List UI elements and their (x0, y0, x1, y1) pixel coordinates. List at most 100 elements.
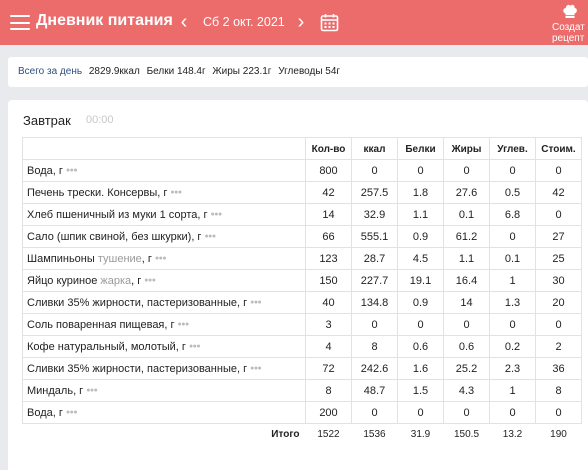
food-name-cell[interactable]: Шампиньоны тушение, г ●●● (22, 247, 306, 270)
cost-cell: 30 (535, 269, 582, 292)
more-options-icon[interactable]: ●●● (144, 277, 156, 284)
meal-time[interactable]: 00:00 (86, 114, 114, 126)
qty-cell[interactable]: 8 (305, 379, 352, 402)
table-row[interactable]: Сало (шпик свиной, без шкурки), г ●●● 66 55… (22, 225, 582, 248)
food-name: Хлеб пшеничный из муки 1 сорта, г (27, 208, 208, 221)
table-row[interactable]: Шампиньоны тушение, г ●●● 123 28.7 4.5 1.1 0.1… (22, 247, 582, 270)
total-kcal: 1536 (363, 429, 386, 441)
next-day-button[interactable]: › (292, 10, 310, 34)
food-name-cell[interactable]: Сало (шпик свиной, без шкурки), г ●●● (22, 225, 306, 248)
kcal-cell: 257.5 (351, 181, 398, 204)
qty-cell[interactable]: 40 (305, 291, 352, 314)
qty-cell[interactable]: 123 (305, 247, 352, 270)
meal-title[interactable]: Завтрак (23, 113, 71, 128)
current-date[interactable]: Сб 2 окт. 2021 (203, 15, 285, 29)
food-name: Миндаль, г (27, 384, 84, 397)
food-name-cell[interactable]: Вода, г ●●● (22, 159, 306, 182)
fat-cell: 0.1 (443, 203, 490, 226)
protein-cell: 0.9 (397, 225, 444, 248)
total-qty: 1522 (317, 429, 340, 441)
more-options-icon[interactable]: ●●● (170, 189, 182, 196)
more-options-icon[interactable]: ●●● (250, 365, 262, 372)
qty-cell[interactable]: 200 (305, 401, 352, 424)
food-name: Соль поваренная пищевая, г (27, 318, 175, 331)
food-name-cell[interactable]: Соль поваренная пищевая, г ●●● (22, 313, 306, 336)
qty-cell[interactable]: 72 (305, 357, 352, 380)
food-name-cell[interactable]: Вода, г ●●● (22, 401, 306, 424)
carbs-cell: 0 (489, 159, 536, 182)
protein-cell: 19.1 (397, 269, 444, 292)
table-row[interactable]: Соль поваренная пищевая, г ●●● 3 0 0 0 0 0 (22, 313, 582, 336)
cooking-method: жарка (100, 274, 132, 287)
calendar-icon[interactable] (320, 13, 339, 32)
table-row[interactable]: Сливки 35% жирности, пастеризованные, г ●… (22, 291, 582, 314)
table-row[interactable]: Кофе натуральный, молотый, г ●●● 4 8 0.6 0.6 0… (22, 335, 582, 358)
protein-cell: 1.1 (397, 203, 444, 226)
food-name-cell[interactable]: Печень трески. Консервы, г ●●● (22, 181, 306, 204)
kcal-cell: 0 (351, 401, 398, 424)
qty-cell[interactable]: 66 (305, 225, 352, 248)
more-options-icon[interactable]: ●●● (66, 167, 78, 174)
carbs-cell: 0 (489, 225, 536, 248)
food-name-cell[interactable]: Сливки 35% жирности, пастеризованные, г ●… (22, 291, 306, 314)
more-options-icon[interactable]: ●●● (204, 233, 216, 240)
cost-cell: 0 (535, 203, 582, 226)
hamburger-menu-icon[interactable] (10, 15, 30, 30)
summary-carbs: Углеводы 54г (278, 66, 341, 77)
kcal-cell: 32.9 (351, 203, 398, 226)
carbs-cell: 6.8 (489, 203, 536, 226)
total-fat: 150.5 (453, 429, 480, 441)
food-unit: , г (141, 252, 152, 265)
summary-fat: Жиры 223.1г (212, 66, 272, 77)
kcal-cell: 8 (351, 335, 398, 358)
table-row[interactable]: Печень трески. Консервы, г ●●● 42 257.5 1.8 2… (22, 181, 582, 204)
qty-cell[interactable]: 42 (305, 181, 352, 204)
table-row[interactable]: Вода, г ●●● 800 0 0 0 0 0 (22, 159, 582, 182)
food-name: Сливки 35% жирности, пастеризованные, г (27, 296, 248, 309)
cost-cell: 25 (535, 247, 582, 270)
cost-cell: 42 (535, 181, 582, 204)
prev-day-button[interactable]: ‹ (175, 10, 193, 34)
table-row[interactable]: Вода, г ●●● 200 0 0 0 0 0 (22, 401, 582, 424)
qty-cell[interactable]: 4 (305, 335, 352, 358)
protein-cell: 4.5 (397, 247, 444, 270)
food-name-cell[interactable]: Сливки 35% жирности, пастеризованные, г ●… (22, 357, 306, 380)
food-name-cell[interactable]: Хлеб пшеничный из муки 1 сорта, г ●●● (22, 203, 306, 226)
fat-cell: 0 (443, 159, 490, 182)
food-name-cell[interactable]: Миндаль, г ●●● (22, 379, 306, 402)
qty-cell[interactable]: 150 (305, 269, 352, 292)
total-carbs: 13.2 (502, 429, 523, 441)
more-options-icon[interactable]: ●●● (250, 299, 262, 306)
cooking-method: тушение (97, 252, 142, 265)
more-options-icon[interactable]: ●●● (86, 387, 98, 394)
table-row[interactable]: Миндаль, г ●●● 8 48.7 1.5 4.3 1 8 (22, 379, 582, 402)
food-name: Шампиньоны (27, 252, 95, 265)
food-name-cell[interactable]: Кофе натуральный, молотый, г ●●● (22, 335, 306, 358)
summary-protein: Белки 148.4г (146, 66, 206, 77)
more-options-icon[interactable]: ●●● (211, 211, 223, 218)
more-options-icon[interactable]: ●●● (189, 343, 201, 350)
protein-cell: 0.9 (397, 291, 444, 314)
qty-cell[interactable]: 14 (305, 203, 352, 226)
total-protein: 31.9 (410, 429, 431, 441)
more-options-icon[interactable]: ●●● (66, 409, 78, 416)
carbs-cell: 2.3 (489, 357, 536, 380)
food-name-cell[interactable]: Яйцо куриное жарка, г ●●● (22, 269, 306, 292)
column-header-name (22, 137, 306, 160)
food-name: Сливки 35% жирности, пастеризованные, г (27, 362, 248, 375)
protein-cell: 0 (397, 313, 444, 336)
create-recipe-button[interactable]: Создат рецепт (548, 0, 588, 45)
table-row[interactable]: Яйцо куриное жарка, г ●●● 150 227.7 19.1 16.4… (22, 269, 582, 292)
qty-cell[interactable]: 3 (305, 313, 352, 336)
table-row[interactable]: Хлеб пшеничный из муки 1 сорта, г ●●● 14 32… (22, 203, 582, 226)
qty-cell[interactable]: 800 (305, 159, 352, 182)
top-bar: Дневник питания ‹ Сб 2 окт. 2021 › Созда… (0, 0, 588, 45)
kcal-cell: 0 (351, 159, 398, 182)
more-options-icon[interactable]: ●●● (178, 321, 190, 328)
total-row: Итого 1522 1536 31.9 150.5 13.2 190 (23, 424, 582, 446)
fat-cell: 4.3 (443, 379, 490, 402)
table-row[interactable]: Сливки 35% жирности, пастеризованные, г ●… (22, 357, 582, 380)
food-name: Вода, г (27, 164, 63, 177)
more-options-icon[interactable]: ●●● (155, 255, 167, 262)
carbs-cell: 1 (489, 269, 536, 292)
